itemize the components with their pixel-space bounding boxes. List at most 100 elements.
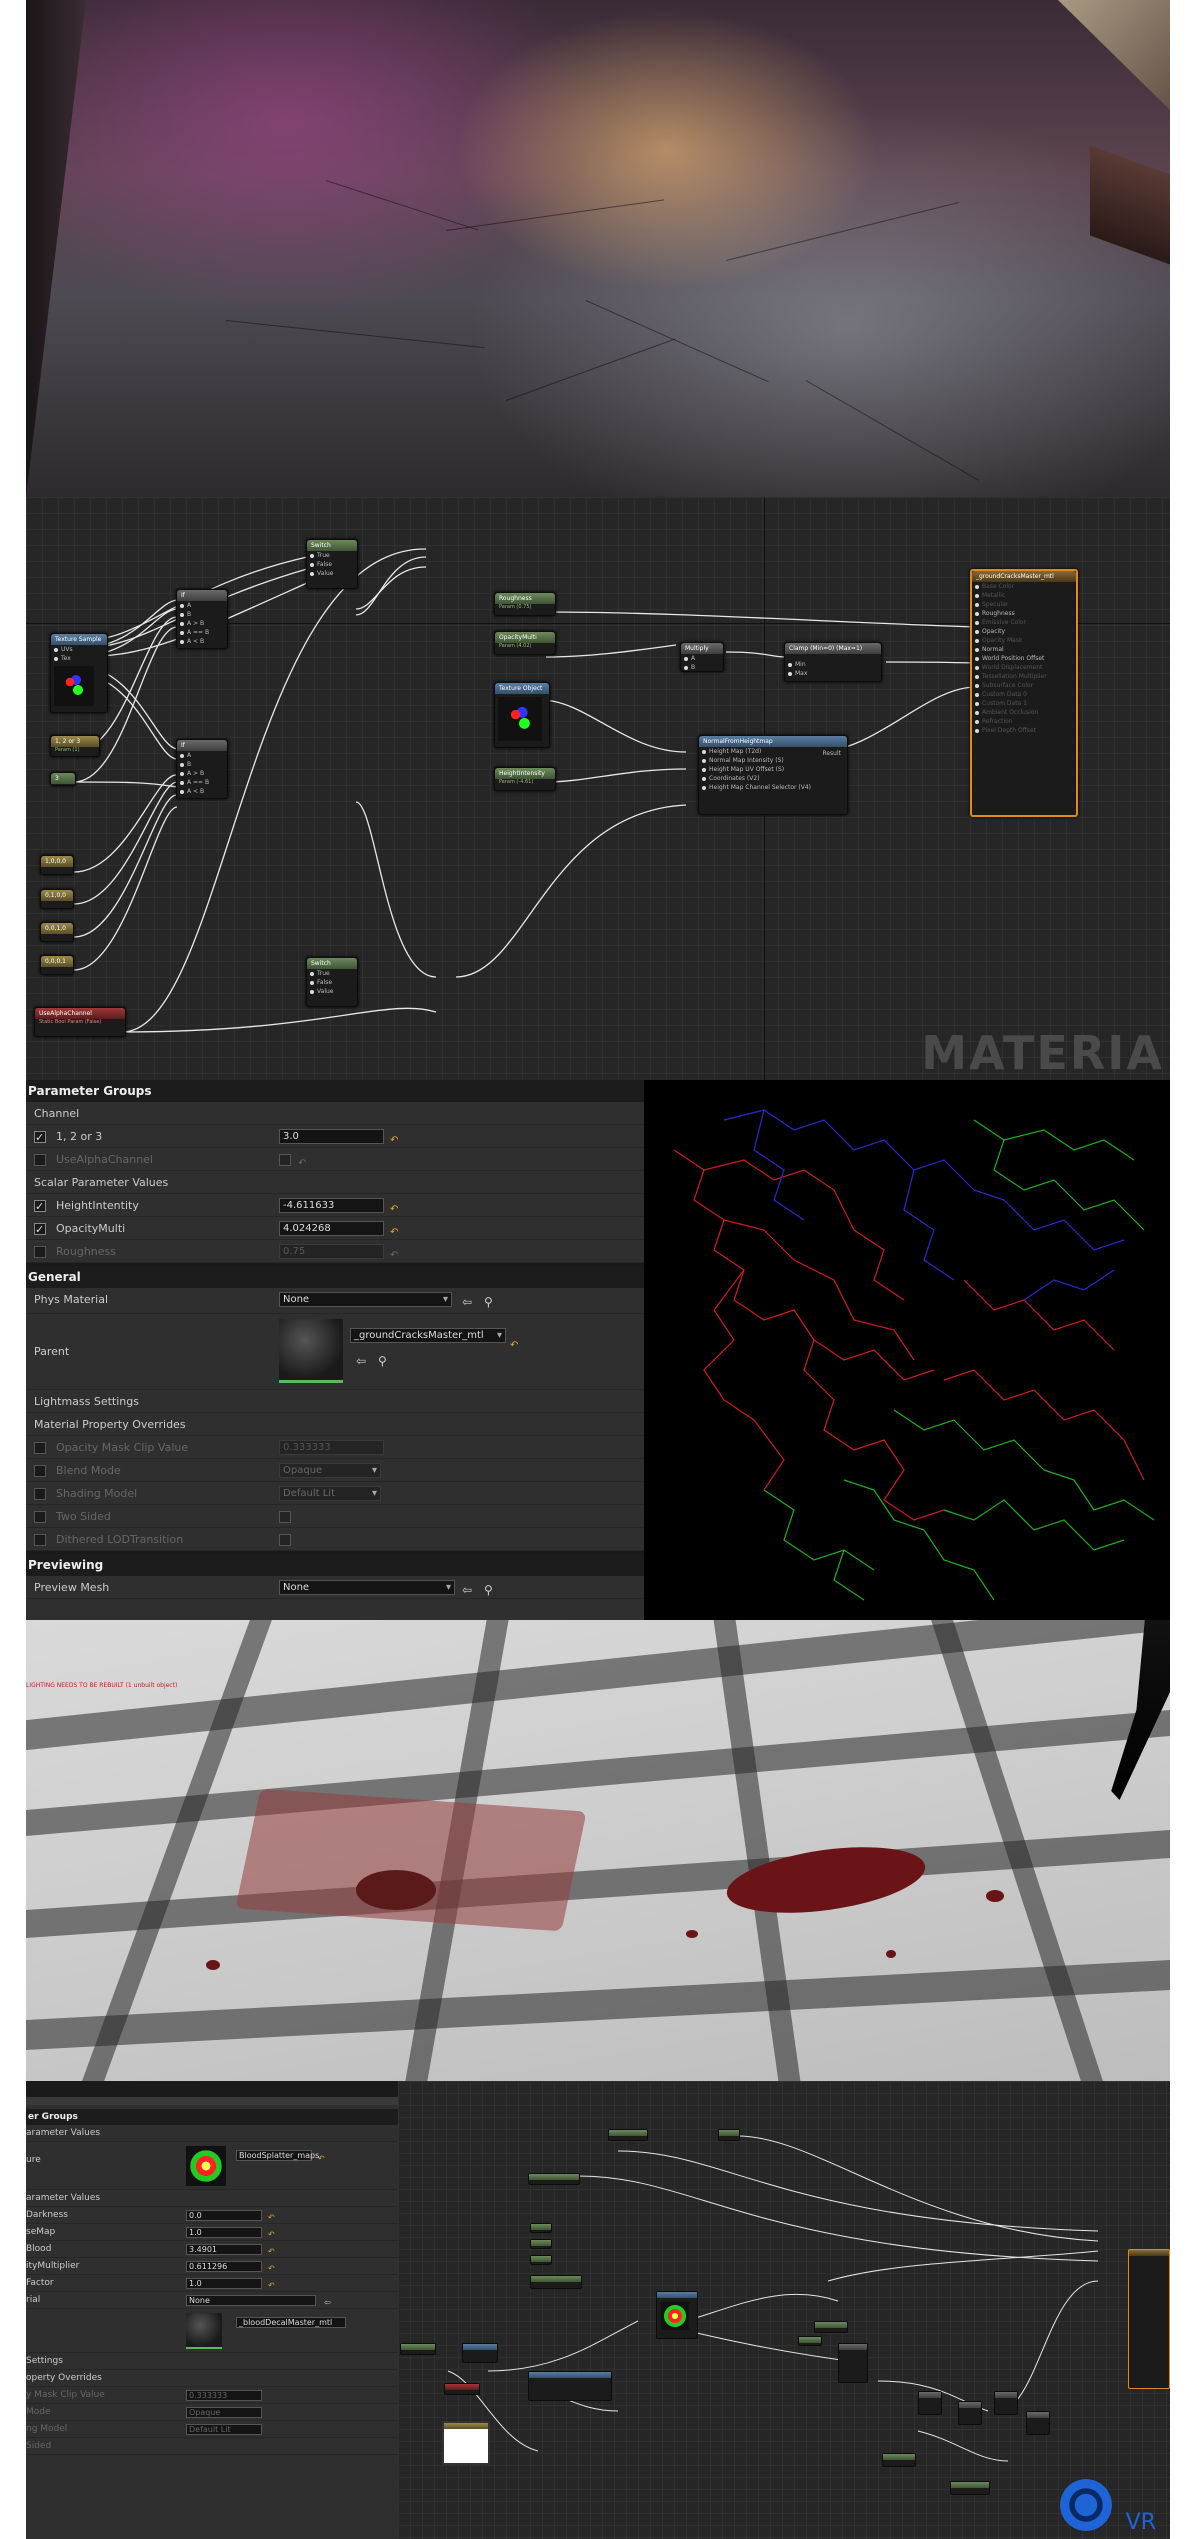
material-thumbnail[interactable] <box>279 1319 343 1383</box>
param-node[interactable] <box>882 2453 916 2467</box>
use-selected-arrow-icon[interactable]: ⇦ <box>356 1350 366 1373</box>
switch-node-top[interactable]: Switch True False Value <box>306 539 358 589</box>
use-alpha-param-node[interactable]: UseAlphaChannel Static Bool Param (False… <box>34 1007 126 1037</box>
node-pin[interactable]: Custom Data 0 <box>972 690 1076 699</box>
param-value-input[interactable]: 1.0 <box>186 2227 262 2238</box>
node-pin[interactable]: UVs <box>51 645 107 654</box>
math-node[interactable] <box>994 2391 1018 2415</box>
category-general[interactable]: General <box>26 1266 644 1288</box>
node-pin[interactable]: Value <box>307 569 357 578</box>
roughness-param-node[interactable]: Roughness Param (0.75) <box>494 592 556 616</box>
node-pin[interactable]: A <box>177 601 227 610</box>
channel-param-node[interactable]: 1, 2 or 3 Param (1) <box>50 735 100 757</box>
material-result-node[interactable]: _groundCracksMaster_mtl Base Color Metal… <box>970 569 1078 817</box>
constant-color-node[interactable] <box>442 2421 490 2465</box>
reset-arrow-icon[interactable]: ↶ <box>390 1244 398 1267</box>
node-pin[interactable]: World Displacement <box>972 663 1076 672</box>
reset-arrow-icon[interactable]: ↶ <box>318 2150 325 2167</box>
multiply-node[interactable]: Multiply A B <box>680 642 724 672</box>
if-node-bottom[interactable]: If A B A > B A == B A < B <box>176 739 228 799</box>
node-pin[interactable]: Tex <box>51 654 107 663</box>
texture-sample-node[interactable]: Texture Sample UVs Tex <box>50 633 108 713</box>
param-node[interactable] <box>530 2239 552 2249</box>
texture-sample-node[interactable] <box>656 2291 698 2339</box>
constant-vector-node[interactable]: 0,0,1,0 <box>40 922 74 942</box>
param-node[interactable] <box>814 2321 848 2333</box>
reset-arrow-icon[interactable]: ↶ <box>510 1334 518 1357</box>
material-overrides-row[interactable]: Material Property Overrides <box>26 1413 644 1436</box>
node-pin[interactable]: Opacity <box>972 627 1076 636</box>
param-value-input[interactable]: 0.333333 <box>186 2390 262 2401</box>
param-value-input[interactable]: 4.024268 <box>279 1221 384 1236</box>
overrides-row[interactable]: operty Overrides <box>26 2370 398 2387</box>
node-pin[interactable]: Roughness <box>972 609 1076 618</box>
node-pin[interactable]: A <box>177 751 227 760</box>
bool-checkbox[interactable] <box>279 1154 291 1166</box>
node-pin[interactable]: A <box>681 654 723 663</box>
node-pin[interactable]: A < B <box>177 637 227 646</box>
node-pin[interactable]: B <box>681 663 723 672</box>
normal-from-heightmap-node[interactable]: NormalFromHeightmap Height Map (T2d) Nor… <box>698 735 848 815</box>
param-node[interactable] <box>530 2255 552 2265</box>
node-pin[interactable]: Value <box>307 987 357 996</box>
node-pin[interactable]: Subsurface Color <box>972 681 1076 690</box>
blood-material-graph[interactable]: VR <box>398 2081 1170 2539</box>
material-thumbnail[interactable] <box>186 2313 222 2349</box>
override-checkbox[interactable] <box>34 1218 46 1241</box>
parent-material-dropdown[interactable]: _bloodDecalMaster_mtl <box>236 2317 346 2328</box>
height-intensity-param-node[interactable]: HeightIntensity Param (-4.61) <box>494 767 556 791</box>
texture-object-node[interactable]: Texture Object <box>494 682 550 748</box>
param-value-input[interactable]: 0.611296 <box>186 2261 262 2272</box>
override-checkbox[interactable] <box>34 1126 46 1149</box>
subcategory-channel[interactable]: Channel <box>26 1102 644 1125</box>
node-pin[interactable]: Height Map Channel Selector (V4) <box>699 783 847 792</box>
param-node[interactable] <box>718 2129 740 2141</box>
category-parameter-groups[interactable]: Parameter Groups <box>26 1080 644 1102</box>
blend-mode-dropdown[interactable]: Opaque <box>279 1463 381 1478</box>
node-pin[interactable]: Specular <box>972 600 1076 609</box>
param-value-input[interactable]: 3.4901 <box>186 2244 262 2255</box>
bool-checkbox[interactable] <box>279 1534 291 1546</box>
param-node[interactable] <box>528 2173 580 2185</box>
node-pin[interactable]: A == B <box>177 628 227 637</box>
material-graph[interactable]: Texture Sample UVs Tex 1, 2 or 3 Param (… <box>26 497 1170 1080</box>
subcategory-texture[interactable]: arameter Values <box>26 2125 398 2142</box>
node-pin[interactable]: Metallic <box>972 591 1076 600</box>
if-node[interactable] <box>838 2343 868 2383</box>
lightmass-settings-row[interactable]: Lightmass Settings <box>26 1390 644 1413</box>
override-checkbox[interactable] <box>34 1488 46 1500</box>
use-selected-arrow-icon[interactable]: ⇦ <box>462 1291 472 1314</box>
node-pin[interactable]: True <box>307 551 357 560</box>
node-pin[interactable]: Refraction <box>972 717 1076 726</box>
category-previewing[interactable]: Previewing <box>26 1554 644 1576</box>
param-node[interactable] <box>444 2383 480 2395</box>
blend-mode-dropdown[interactable]: Opaque <box>186 2407 262 2418</box>
node-pin[interactable]: Normal Map Intensity (S) <box>699 756 847 765</box>
node-pin[interactable]: Custom Data 1 <box>972 699 1076 708</box>
param-node[interactable] <box>530 2275 582 2289</box>
search-bar[interactable] <box>26 2097 398 2105</box>
parent-material-dropdown[interactable]: _groundCracksMaster_mtl <box>350 1328 506 1343</box>
bool-checkbox[interactable] <box>279 1511 291 1523</box>
override-checkbox[interactable] <box>34 1511 46 1523</box>
param-value-input[interactable]: 0.0 <box>186 2210 262 2221</box>
math-node[interactable] <box>918 2391 942 2415</box>
node-pin[interactable]: Ambient Occlusion <box>972 708 1076 717</box>
param-node[interactable] <box>608 2129 648 2141</box>
node-pin[interactable]: Pixel Depth Offset <box>972 726 1076 735</box>
lightmass-row[interactable]: Settings <box>26 2353 398 2370</box>
node-pin[interactable]: False <box>307 978 357 987</box>
param-value-input[interactable]: 0.75 <box>279 1244 384 1259</box>
browse-search-icon[interactable]: ⚲ <box>484 1291 493 1314</box>
node-pin[interactable]: Normal <box>972 645 1076 654</box>
override-checkbox[interactable] <box>34 1442 46 1454</box>
node-pin[interactable]: Emissive Color <box>972 618 1076 627</box>
clamp-node[interactable]: Clamp (Min=0) (Max=1) Min Max <box>784 642 882 682</box>
node-pin[interactable]: A == B <box>177 778 227 787</box>
node-pin[interactable]: Base Color <box>972 582 1076 591</box>
override-checkbox[interactable] <box>34 1246 46 1258</box>
constant-vector-node[interactable]: 0,0,0,1 <box>40 955 74 975</box>
function-node[interactable] <box>462 2343 498 2363</box>
param-node[interactable] <box>530 2223 552 2233</box>
override-checkbox[interactable] <box>34 1154 46 1166</box>
